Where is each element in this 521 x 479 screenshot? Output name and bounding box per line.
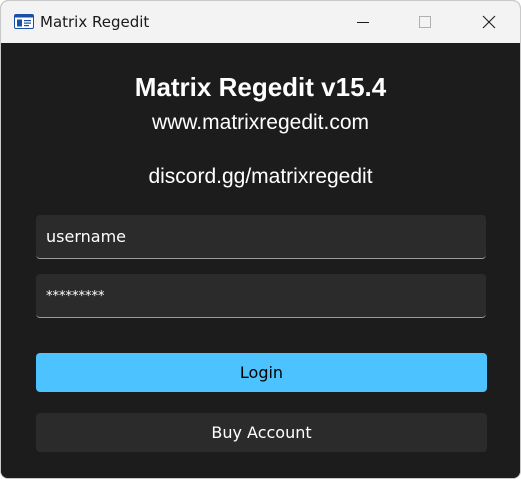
minimize-button[interactable] [340,1,386,43]
password-field[interactable]: ********* [36,274,486,318]
buy-account-button[interactable]: Buy Account [36,413,487,452]
app-title: Matrix Regedit v15.4 [134,72,387,102]
maximize-icon [419,16,431,28]
username-value: username [46,227,126,246]
website-link: www.matrixregedit.com [151,111,370,134]
app-icon [14,14,34,29]
discord-link: discord.gg/matrixregedit [148,165,373,188]
app-window: Matrix Regedit Matrix Regedit v15.4 www.… [0,0,521,479]
title-bar[interactable]: Matrix Regedit [1,1,520,43]
login-panel: Matrix Regedit v15.4 www.matrixregedit.c… [1,43,520,478]
maximize-button[interactable] [402,1,448,43]
window-title: Matrix Regedit [40,13,150,31]
login-button[interactable]: Login [36,353,487,392]
username-field[interactable]: username [36,215,486,259]
minimize-icon [357,22,369,23]
close-button[interactable] [466,1,512,43]
close-icon [482,15,496,29]
password-value: ********* [46,289,105,304]
